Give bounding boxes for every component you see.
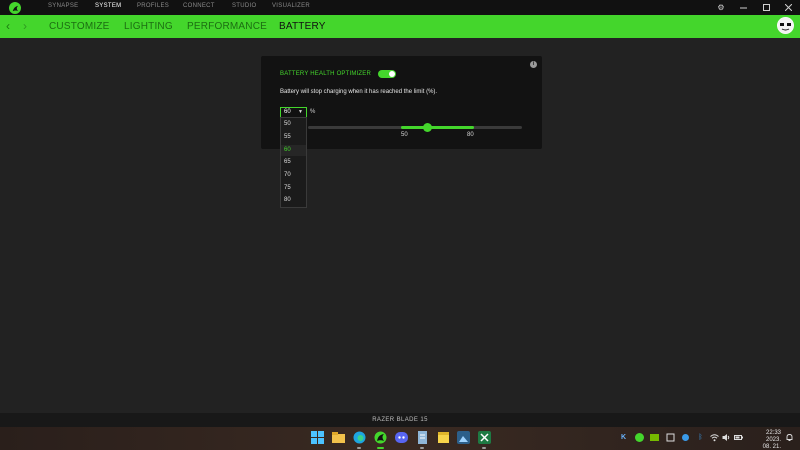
edge-browser-icon[interactable] xyxy=(353,431,366,444)
top-nav-visualizer[interactable]: VISUALIZER xyxy=(272,3,310,9)
optimizer-toggle[interactable] xyxy=(378,70,396,78)
toggle-knob xyxy=(389,71,395,77)
top-nav-connect[interactable]: CONNECT xyxy=(183,3,215,9)
excel-icon[interactable] xyxy=(478,431,491,444)
sticky-notes-icon[interactable] xyxy=(437,431,450,444)
tab-lighting[interactable]: LIGHTING xyxy=(124,21,173,32)
cloud-icon[interactable] xyxy=(681,433,690,442)
notepad-icon[interactable] xyxy=(416,431,429,444)
close-icon[interactable] xyxy=(779,0,797,15)
tab-battery[interactable]: BATTERY xyxy=(279,21,326,32)
nvidia-icon[interactable] xyxy=(650,433,659,442)
running-indicator xyxy=(357,447,361,449)
sub-nav-bar: ‹ › CUSTOMIZE LIGHTING PERFORMANCE BATTE… xyxy=(0,15,800,38)
top-nav-system[interactable]: SYSTEM xyxy=(95,3,121,9)
file-explorer-icon[interactable] xyxy=(332,431,345,444)
optimizer-description: Battery will stop charging when it has r… xyxy=(280,89,438,95)
top-nav-studio[interactable]: STUDIO xyxy=(232,3,256,9)
dropdown-option[interactable]: 70 xyxy=(284,172,291,178)
slider-max-label: 80 xyxy=(467,132,474,138)
optimizer-title: BATTERY HEALTH OPTIMIZER xyxy=(280,71,372,77)
active-indicator xyxy=(377,447,384,449)
network-tray-icon[interactable] xyxy=(666,433,675,442)
clock-date: 2023. 08. 21. xyxy=(762,437,781,450)
minimize-icon[interactable] xyxy=(734,0,752,15)
dropdown-option[interactable]: 65 xyxy=(284,159,291,165)
top-nav-synapse[interactable]: SYNAPSE xyxy=(48,3,78,9)
razer-synapse-window: SYNAPSE SYSTEM PROFILES CONNECT STUDIO V… xyxy=(0,0,800,450)
clock-time: 22:33 xyxy=(765,430,781,436)
limit-unit: % xyxy=(310,109,316,115)
caret-down-icon: ▼ xyxy=(298,109,303,115)
maximize-icon[interactable] xyxy=(757,0,775,15)
limit-slider-thumb[interactable] xyxy=(423,123,432,132)
wifi-icon[interactable] xyxy=(710,433,719,442)
dropdown-option[interactable]: 55 xyxy=(284,134,291,140)
tab-performance[interactable]: PERFORMANCE xyxy=(187,21,267,32)
limit-dropdown-menu: 50 55 60 65 70 75 80 xyxy=(280,117,307,208)
forward-arrow-icon[interactable]: › xyxy=(23,19,27,33)
dropdown-option[interactable]: 80 xyxy=(284,197,291,203)
volume-icon[interactable] xyxy=(722,433,731,442)
windows-start-icon[interactable] xyxy=(311,431,324,444)
taskbar-clock[interactable]: 22:33 2023. 08. 21. xyxy=(757,430,781,450)
razer-logo-icon[interactable] xyxy=(9,2,21,14)
photos-icon[interactable] xyxy=(457,431,470,444)
settings-gear-icon[interactable]: ⚙ xyxy=(712,0,730,15)
dropdown-option[interactable]: 75 xyxy=(284,185,291,191)
k-app-icon[interactable]: K xyxy=(619,433,628,442)
running-indicator xyxy=(420,447,424,449)
battery-icon[interactable] xyxy=(734,433,743,442)
notification-bell-icon[interactable] xyxy=(785,433,794,442)
running-indicator xyxy=(482,447,486,449)
info-icon[interactable]: i xyxy=(530,61,537,68)
dropdown-option-selected[interactable]: 60 xyxy=(284,147,291,153)
top-bar: SYNAPSE SYSTEM PROFILES CONNECT STUDIO V… xyxy=(0,0,800,15)
bluetooth-icon[interactable]: ᛒ xyxy=(696,433,705,442)
limit-select-value: 60 xyxy=(284,109,291,115)
device-name[interactable]: RAZER BLADE 15 xyxy=(0,417,800,423)
limit-slider-range xyxy=(401,126,474,129)
tab-customize[interactable]: CUSTOMIZE xyxy=(49,21,110,32)
top-nav-profiles[interactable]: PROFILES xyxy=(137,3,169,9)
discord-icon[interactable] xyxy=(395,431,408,444)
dropdown-option[interactable]: 50 xyxy=(284,121,291,127)
slider-min-label: 50 xyxy=(401,132,408,138)
razer-synapse-icon[interactable] xyxy=(374,431,387,444)
user-avatar[interactable] xyxy=(777,17,794,34)
back-arrow-icon[interactable]: ‹ xyxy=(6,19,10,33)
telegram-icon[interactable] xyxy=(635,433,644,442)
